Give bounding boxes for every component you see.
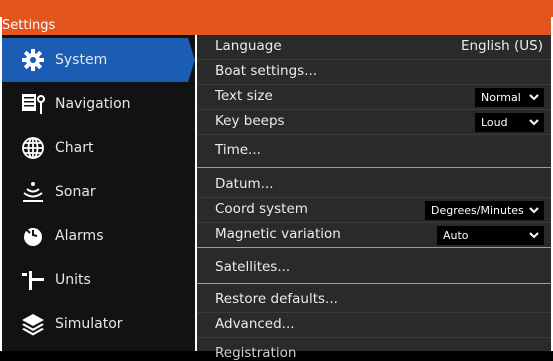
satellites-row[interactable]: Satellites... (197, 255, 551, 284)
sonar-icon (23, 182, 43, 202)
coord-system-dropdown[interactable]: Degrees/Minutes (425, 201, 544, 220)
settings-list: Language English (US) Boat settings... T… (197, 35, 551, 361)
restore-defaults-row[interactable]: Restore defaults... (197, 288, 551, 313)
language-label: Language (215, 38, 282, 54)
sidebar-item-sonar[interactable]: Sonar (2, 170, 195, 214)
chevron-down-icon (529, 232, 539, 239)
language-row[interactable]: Language English (US) (197, 35, 551, 60)
chevron-down-icon (529, 207, 539, 214)
magnetic-variation-dropdown[interactable]: Auto (437, 226, 544, 245)
chevron-down-icon (529, 119, 539, 126)
navigation-icon (22, 94, 45, 114)
top-edge-bar (0, 0, 553, 17)
magnetic-variation-value: Auto (443, 229, 469, 242)
boat-settings-row[interactable]: Boat settings... (197, 60, 551, 85)
key-beeps-value: Loud (481, 116, 508, 129)
title-bar: Settings (2, 17, 551, 35)
sidebar-item-label: System (55, 52, 108, 68)
text-size-value: Normal (481, 91, 521, 104)
advanced-row[interactable]: Advanced... (197, 313, 551, 338)
gear-icon (22, 49, 44, 71)
boat-settings-label: Boat settings... (215, 63, 318, 79)
units-icon (22, 271, 44, 290)
sidebar-item-label: Simulator (55, 316, 123, 332)
key-beeps-label: Key beeps (215, 113, 285, 129)
window-title: Settings (2, 18, 56, 33)
time-row[interactable]: Time... (197, 135, 551, 168)
text-size-row[interactable]: Text size Normal (197, 85, 551, 110)
coord-system-row[interactable]: Coord system Degrees/Minutes (197, 198, 551, 223)
magnetic-variation-row[interactable]: Magnetic variation Auto (197, 223, 551, 248)
language-value: English (US) (460, 38, 543, 54)
sidebar-item-label: Alarms (55, 228, 104, 244)
chevron-down-icon (529, 94, 539, 101)
restore-defaults-label: Restore defaults... (215, 291, 338, 307)
magnetic-variation-label: Magnetic variation (215, 226, 341, 242)
sidebar-item-label: Chart (55, 140, 94, 156)
text-size-dropdown[interactable]: Normal (475, 88, 544, 107)
sidebar: System Navigation Chart Sonar Alarms Uni… (2, 35, 195, 351)
sidebar-item-label: Units (55, 272, 91, 288)
registration-label[interactable]: Registration (215, 345, 296, 361)
sidebar-item-label: Sonar (55, 184, 96, 200)
globe-icon (22, 137, 44, 159)
sidebar-item-system[interactable]: System (2, 38, 195, 82)
satellites-label: Satellites... (215, 259, 291, 275)
key-beeps-row[interactable]: Key beeps Loud (197, 110, 551, 135)
sidebar-item-chart[interactable]: Chart (2, 126, 195, 170)
alarm-icon (24, 228, 42, 246)
key-beeps-dropdown[interactable]: Loud (475, 113, 544, 132)
sidebar-item-simulator[interactable]: Simulator (2, 302, 195, 346)
sidebar-item-alarms[interactable]: Alarms (2, 214, 195, 258)
datum-row[interactable]: Datum... (197, 173, 551, 198)
advanced-label: Advanced... (215, 316, 295, 332)
coord-system-value: Degrees/Minutes (431, 204, 524, 217)
sidebar-item-navigation[interactable]: Navigation (2, 82, 195, 126)
sidebar-item-units[interactable]: Units (2, 258, 195, 302)
coord-system-label: Coord system (215, 201, 308, 217)
datum-label: Datum... (215, 176, 274, 192)
text-size-label: Text size (215, 88, 273, 104)
time-label: Time... (215, 142, 261, 158)
layers-icon (22, 314, 44, 336)
sidebar-item-label: Navigation (55, 96, 131, 112)
